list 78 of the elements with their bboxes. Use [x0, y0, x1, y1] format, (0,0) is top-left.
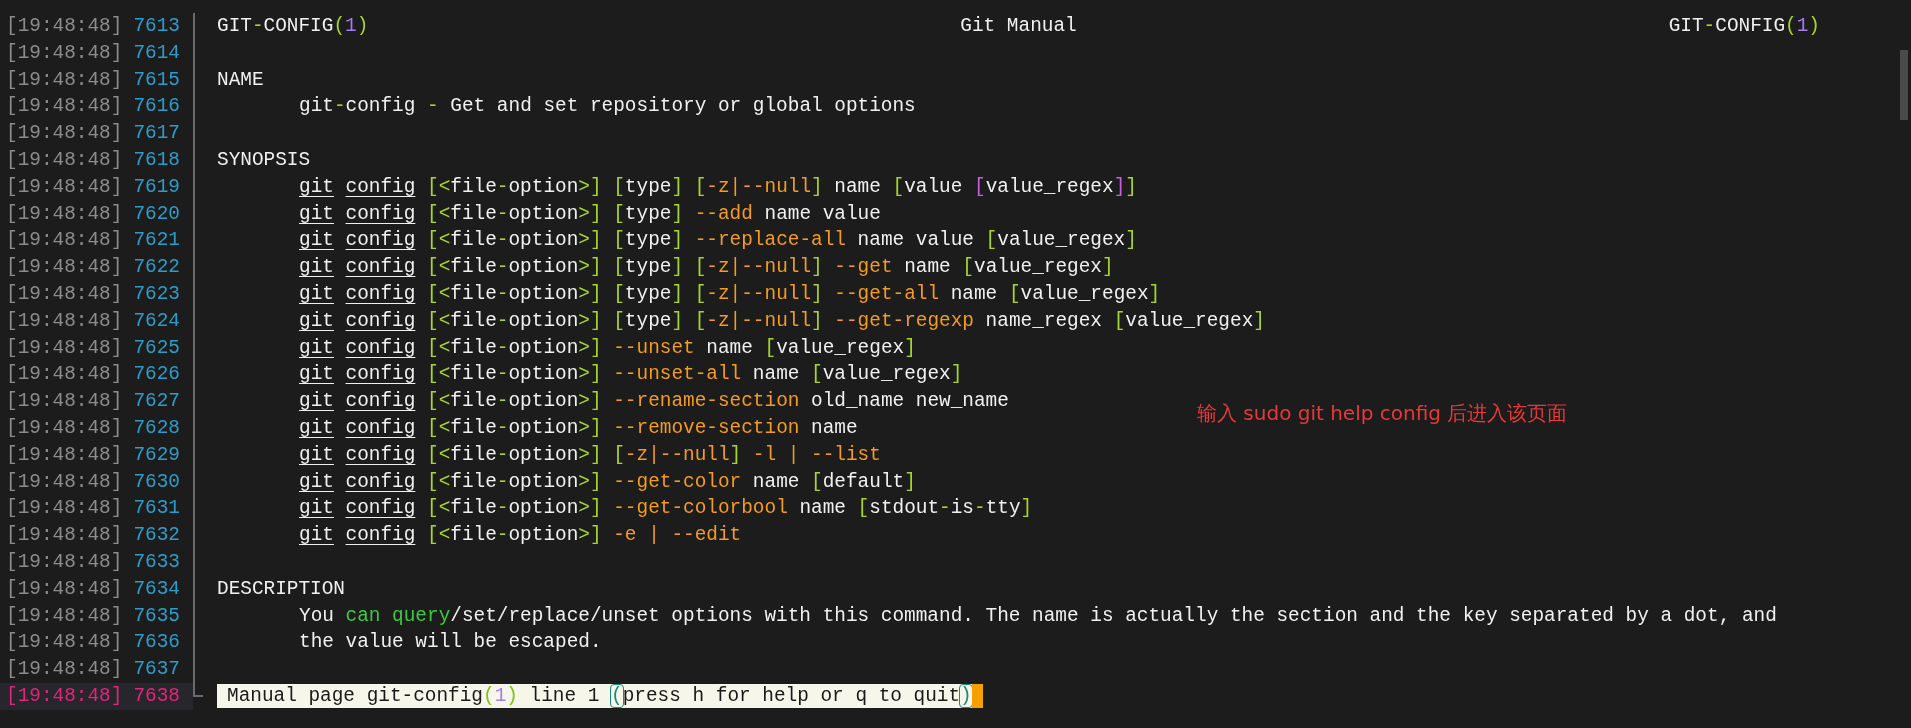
line-number: 7625 — [133, 336, 180, 359]
timestamp: [19:48:48] — [6, 41, 123, 64]
man-line: git config [<file-option>] --rename-section old_name new_name — [299, 389, 1009, 415]
man-line: git config [<file-option>] -e | --edit — [299, 523, 742, 549]
line-number: 7633 — [133, 550, 180, 573]
line-number: 7627 — [133, 390, 180, 413]
line-number: 7621 — [133, 229, 180, 252]
man-line: You can query/set/replace/unset options with this command. The name is actually the section and the key separated by a dot, and — [299, 603, 1777, 629]
line-number: 7629 — [133, 443, 180, 466]
timestamp: [19:48:48] — [6, 497, 123, 520]
man-line: the value will be escaped. — [299, 630, 602, 656]
line-number: 7634 — [133, 577, 180, 600]
timestamp: [19:48:48] — [6, 256, 123, 279]
line-number: 7631 — [133, 497, 180, 520]
line-number: 7620 — [133, 202, 180, 225]
timestamp: [19:48:48] — [6, 309, 123, 332]
timestamp: [19:48:48] — [6, 95, 123, 118]
section-heading: SYNOPSIS — [217, 148, 311, 173]
timestamp: [19:48:48] — [6, 68, 123, 91]
timestamp: [19:48:48] — [6, 577, 123, 600]
timestamp: [19:48:48] — [6, 390, 123, 413]
timestamp: [19:48:48] — [6, 363, 123, 386]
man-line: git config [<file-option>] [type] [-z|--null] --get-all name [value_regex] — [299, 281, 1161, 307]
timestamp: [19:48:48] — [6, 684, 123, 707]
timestamp: [19:48:48] — [6, 631, 123, 654]
line-number: 7622 — [133, 256, 180, 279]
line-number: 7630 — [133, 470, 180, 493]
timestamp: [19:48:48] — [6, 550, 123, 573]
line-number: 7618 — [133, 149, 180, 171]
line-number: 7624 — [133, 309, 180, 332]
line-number: 7613 — [133, 15, 180, 37]
man-line: git config [<file-option>] [type] --add name value — [299, 201, 881, 227]
timestamp: [19:48:48] — [6, 175, 123, 198]
man-line: git config [<file-option>] [type] [-z|--null] --get name [value_regex] — [299, 255, 1114, 281]
man-line: git config [<file-option>] --get-color name [default] — [299, 469, 916, 495]
timestamp: [19:48:48] — [6, 149, 123, 171]
line-number: 7623 — [133, 282, 180, 305]
line-number: 7628 — [133, 416, 180, 439]
timestamp: [19:48:48] — [6, 416, 123, 439]
line-number: 7635 — [133, 604, 180, 627]
line-number: 7617 — [133, 122, 180, 145]
timestamp: [19:48:48] — [6, 470, 123, 493]
timestamp: [19:48:48] — [6, 122, 123, 145]
timestamp: [19:48:48] — [6, 658, 123, 681]
timestamp: [19:48:48] — [6, 604, 123, 627]
timestamp: [19:48:48] — [6, 202, 123, 225]
man-line: git config [<file-option>] --unset-all name [value_regex] — [299, 362, 963, 388]
man-line: git config [<file-option>] --get-colorbool name [stdout-is-tty] — [299, 496, 1033, 522]
manual-title: Git Manual — [960, 14, 1077, 39]
annotation-text: 输入 sudo git help config 后进入该页面 — [1197, 400, 1568, 427]
page-name: GIT-CONFIG(1) — [217, 14, 369, 39]
timestamp: [19:48:48] — [6, 524, 123, 547]
line-number: 7636 — [133, 631, 180, 654]
man-line: git config [<file-option>] --unset name [value_regex] — [299, 335, 916, 361]
status-bar: Manual page git-config(1) line 1 (press h for help or q to quit) — [217, 684, 972, 709]
timestamp: [19:48:48] — [6, 336, 123, 359]
man-line: git config [<file-option>] [type] [-z|--null] name [value [value_regex]] — [299, 174, 1137, 200]
man-line: git config [<file-option>] [type] --replace-all name value [value_regex] — [299, 228, 1137, 254]
section-heading: DESCRIPTION — [217, 576, 345, 602]
line-number: 7615 — [133, 68, 180, 91]
man-line: git-config - Get and set repository or global options — [299, 94, 916, 120]
timestamp: [19:48:48] — [6, 443, 123, 466]
page-name: GIT-CONFIG(1) — [1668, 14, 1820, 39]
line-number: 7614 — [133, 41, 180, 64]
timestamp: [19:48:48] — [6, 15, 123, 37]
section-heading: NAME — [217, 67, 264, 93]
line-number: 7619 — [133, 175, 180, 198]
scrollbar-thumb[interactable] — [1900, 50, 1908, 120]
line-number: 7632 — [133, 524, 180, 547]
man-line: git config [<file-option>] --remove-section name — [299, 415, 858, 441]
timestamp: [19:48:48] — [6, 229, 123, 252]
man-line: git config [<file-option>] [-z|--null] -l | --list — [299, 442, 881, 468]
line-number: 7626 — [133, 363, 180, 386]
line-number: 7637 — [133, 658, 180, 681]
man-line: git config [<file-option>] [type] [-z|--null] --get-regexp name_regex [value_regex] — [299, 308, 1265, 334]
timestamp: [19:48:48] — [6, 282, 123, 305]
line-number: 7638 — [133, 684, 180, 707]
line-number: 7616 — [133, 95, 180, 118]
